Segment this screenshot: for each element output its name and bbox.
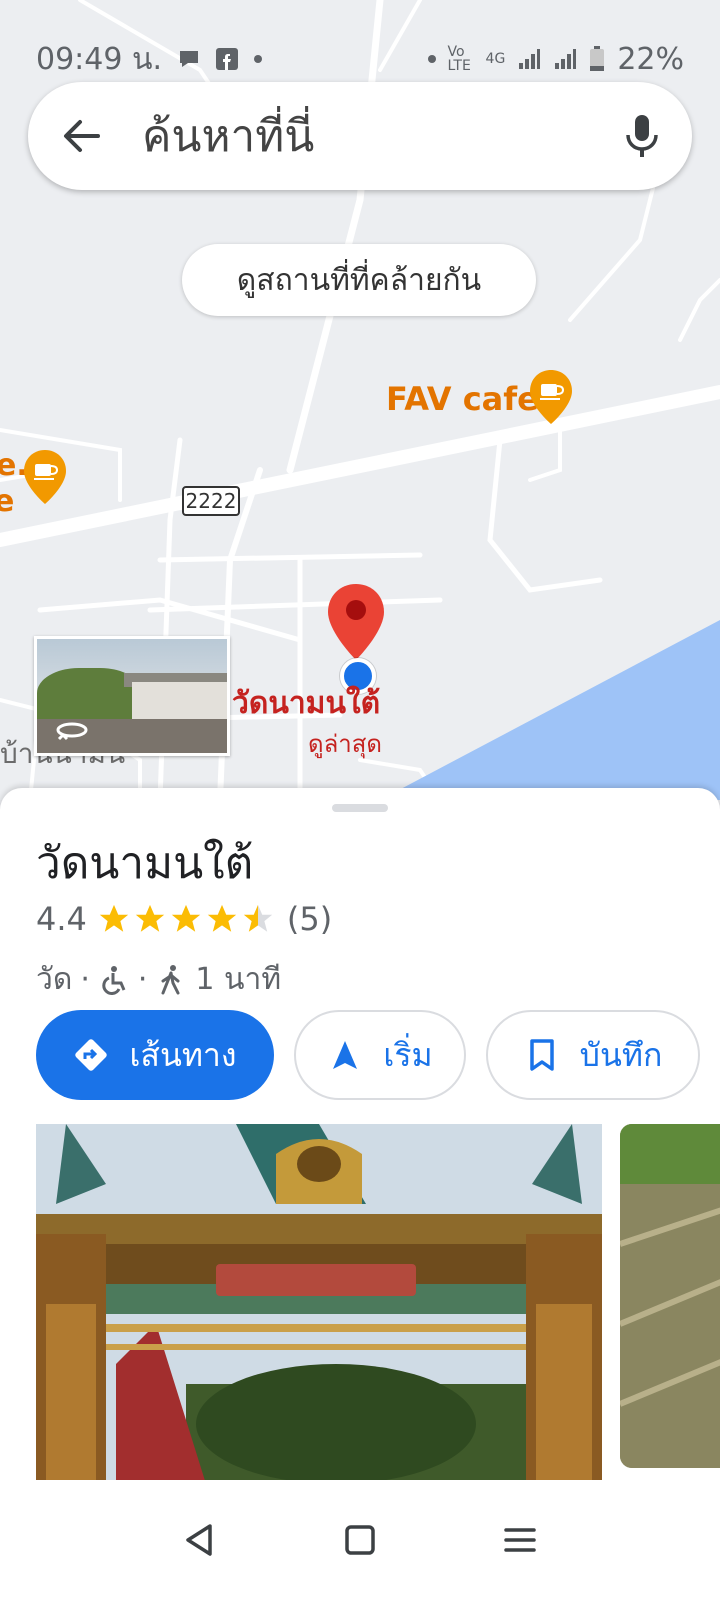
meta-separator: · [137, 962, 148, 997]
rating-row[interactable]: 4.4 (5) [36, 900, 332, 938]
search-bar[interactable]: ค้นหาที่นี่ [28, 82, 692, 190]
place-title: วัดนามนใต้ [36, 838, 254, 889]
facebook-icon [216, 48, 239, 70]
bookmark-icon [529, 1039, 554, 1071]
save-label: บันทึก [579, 1035, 663, 1074]
back-arrow-icon[interactable] [60, 114, 104, 158]
cafe-pin-icon[interactable] [528, 368, 574, 426]
poi-cafe-label[interactable]: FAV cafe [386, 380, 539, 418]
star-full-icon [99, 904, 129, 932]
directions-label: เส้นทาง [129, 1035, 237, 1074]
signal-icon [519, 49, 541, 69]
temple-gate-image [36, 1124, 602, 1484]
street-view-360-icon [56, 722, 88, 741]
star-half-icon [243, 904, 273, 932]
notification-dot-icon [254, 55, 263, 63]
similar-places-label: ดูสถานที่ที่คล้ายกัน [236, 262, 482, 298]
start-navigation-button[interactable]: เริ่ม [294, 1010, 466, 1100]
status-time: 09:49 น. [36, 41, 163, 77]
map-place-sublabel: ดูล่าสุด [308, 730, 383, 758]
star-full-icon [171, 904, 201, 932]
system-navigation-bar [0, 1480, 720, 1600]
save-button[interactable]: บันทึก [486, 1010, 700, 1100]
walking-icon [161, 964, 180, 994]
home-nav-icon[interactable] [340, 1520, 380, 1560]
cafe-pin-icon[interactable] [22, 448, 68, 506]
recent-apps-icon[interactable] [500, 1520, 540, 1560]
start-label: เริ่ม [383, 1035, 433, 1074]
ground-photo-image [620, 1124, 720, 1468]
navigation-arrow-icon [333, 1041, 358, 1069]
search-input[interactable]: ค้นหาที่นี่ [142, 101, 624, 171]
temple-gate-photo[interactable] [36, 1124, 602, 1484]
meta-separator: · [80, 962, 90, 997]
rating-stars [97, 902, 277, 936]
directions-button[interactable]: เส้นทาง [36, 1010, 274, 1100]
volte-label: Vo LTE [447, 44, 471, 74]
status-bar: 09:49 น. Vo LTE 4G 22% [0, 0, 720, 90]
battery-percent: 22% [617, 41, 684, 77]
place-meta-row: วัด · · 1 นาที [36, 956, 281, 1003]
wheelchair-icon [102, 965, 126, 995]
place-category: วัด [36, 962, 73, 997]
back-nav-icon[interactable] [180, 1520, 220, 1560]
photo-thumbnail[interactable] [620, 1124, 720, 1468]
map-place-label[interactable]: วัดนามนใต้ [232, 680, 380, 727]
rating-value: 4.4 [36, 900, 87, 938]
review-count[interactable]: (5) [287, 900, 332, 938]
battery-icon [590, 46, 605, 71]
signal-icon [555, 49, 577, 69]
action-buttons: เส้นทาง เริ่ม บันทึก [36, 1010, 700, 1100]
notification-dot-icon [427, 55, 436, 63]
star-full-icon [207, 904, 237, 932]
walk-time: 1 นาที [195, 962, 282, 997]
chat-icon [180, 51, 199, 67]
sheet-drag-handle[interactable] [332, 804, 388, 812]
star-full-icon [135, 904, 165, 932]
poi-cut-label-2: e [0, 484, 15, 519]
place-details-sheet[interactable]: วัดนามนใต้ 4.4 (5) วัด · · 1 นาที เส้นทา… [0, 788, 720, 1600]
photo-carousel[interactable] [36, 1124, 720, 1484]
location-pin-icon[interactable] [326, 582, 386, 662]
directions-icon [75, 1039, 108, 1071]
microphone-icon[interactable] [624, 113, 660, 159]
street-view-thumbnail[interactable] [34, 636, 230, 756]
network-type-label: 4G [485, 51, 506, 67]
similar-places-button[interactable]: ดูสถานที่ที่คล้ายกัน [182, 244, 536, 316]
road-number-shield: 2222 [182, 486, 240, 516]
